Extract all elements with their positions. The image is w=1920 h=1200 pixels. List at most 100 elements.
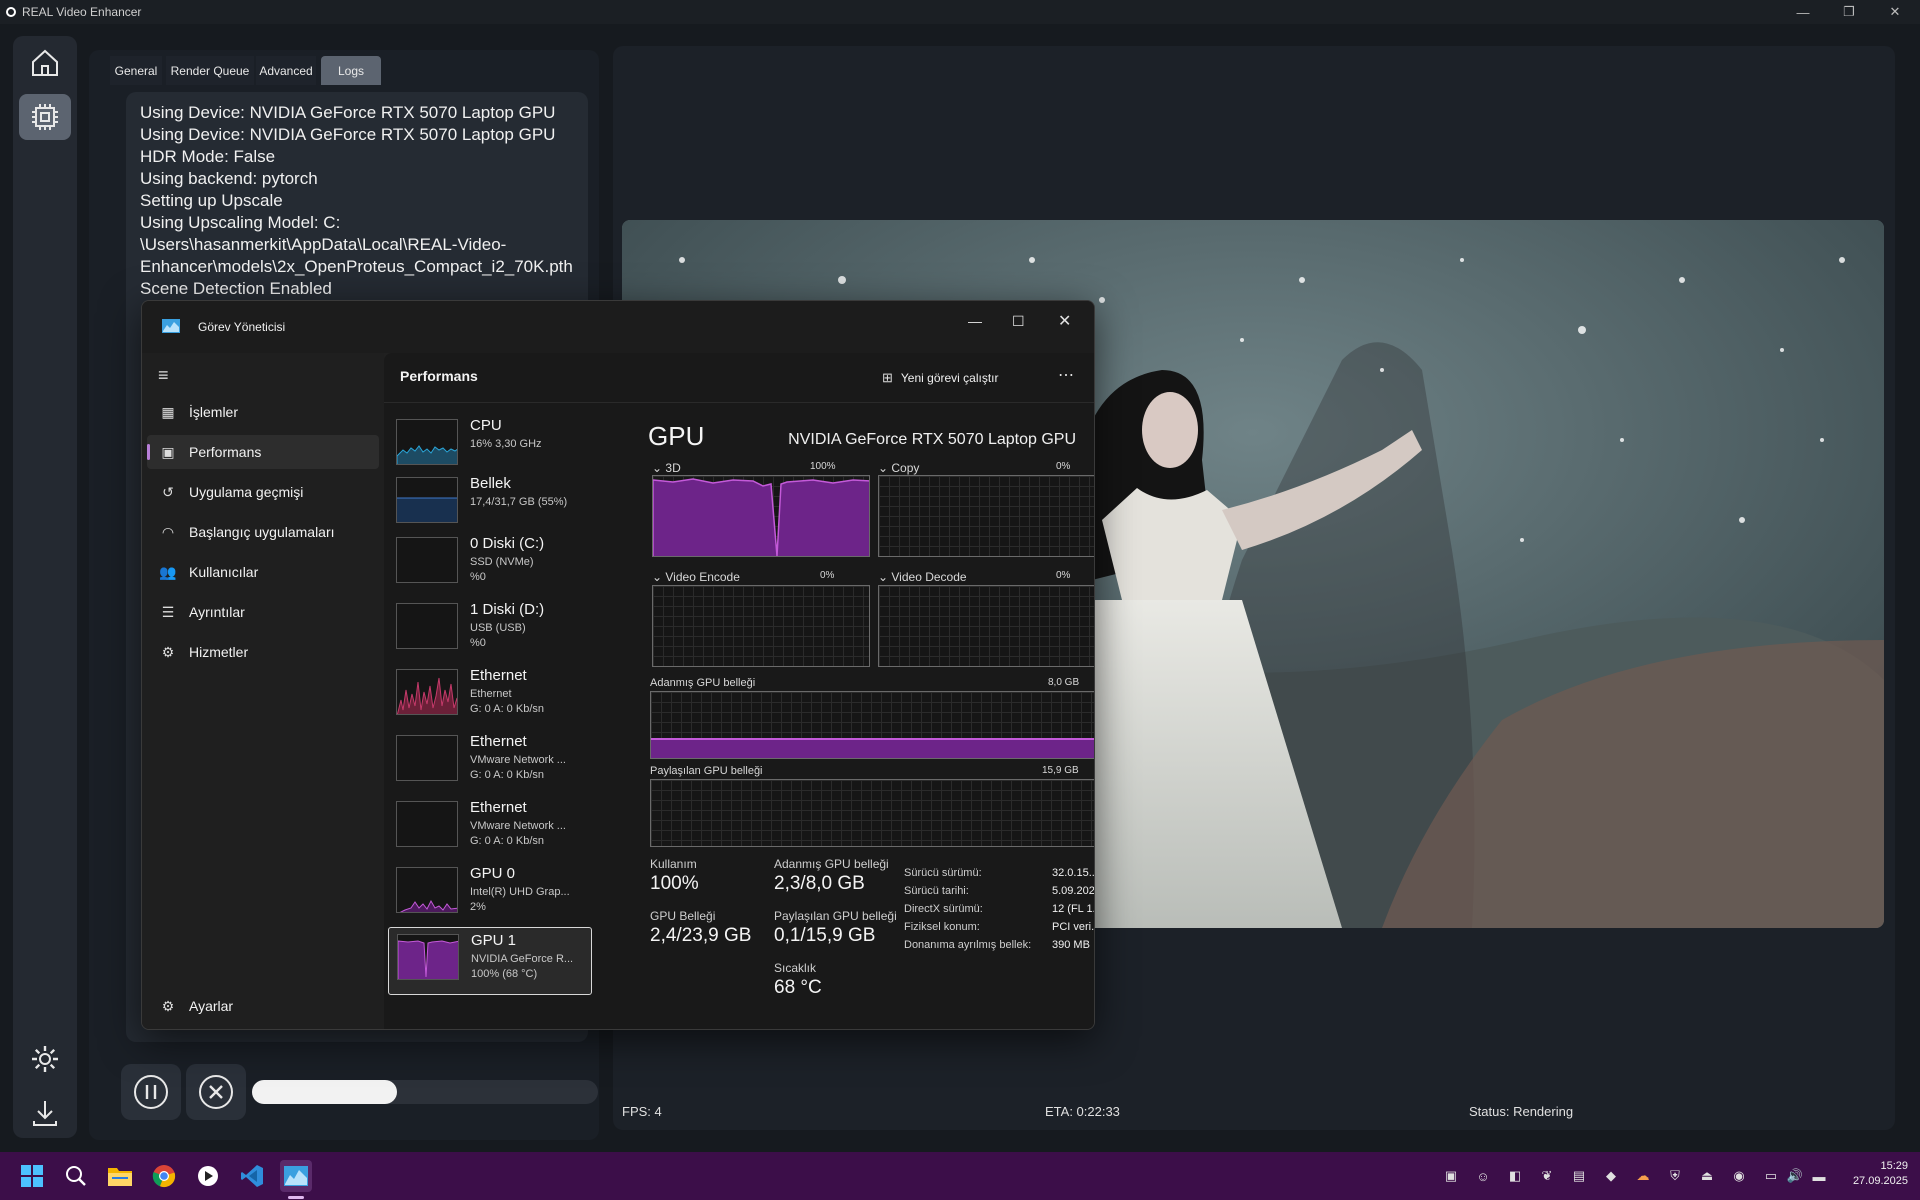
minimize-button[interactable]: — (1780, 0, 1826, 24)
run-new-task-button[interactable]: ⊞ Yeni görevi çalıştır (882, 365, 999, 391)
hardware-reserved-label: Donanıma ayrılmış bellek: (904, 939, 1032, 951)
vscode-button[interactable] (236, 1160, 268, 1192)
discord-icon[interactable]: ☺ (1475, 1168, 1491, 1184)
engine-name: 3D (665, 461, 681, 475)
active-app-indicator (288, 1196, 304, 1199)
resource-value: 100% (68 °C) (471, 968, 538, 980)
close-button[interactable]: ✕ (1872, 0, 1918, 24)
chevron-down-icon: ⌄ (652, 461, 666, 475)
start-button[interactable] (16, 1160, 48, 1192)
usb-icon[interactable]: ⏏ (1699, 1168, 1715, 1184)
log-line: HDR Mode: False (140, 147, 276, 166)
chrome-button[interactable] (148, 1160, 180, 1192)
nav-startup-apps[interactable]: ◠ Başlangıç uygulamaları (147, 515, 379, 549)
temperature-label: Sıcaklık (774, 961, 817, 975)
engine-encode-value: 0% (820, 570, 835, 581)
directx-label: DirectX sürümü: (904, 903, 983, 915)
nav-settings[interactable]: ⚙ Ayarlar (147, 989, 379, 1023)
tab-logs[interactable]: Logs (321, 56, 381, 85)
progress-fill (252, 1080, 397, 1104)
nav-label: Hizmetler (189, 644, 249, 660)
settings-button[interactable] (19, 1036, 71, 1082)
steam-icon[interactable]: ◉ (1731, 1168, 1747, 1184)
battery-icon[interactable]: ▬ (1811, 1168, 1827, 1184)
dedicated-memory-fill (651, 738, 1094, 758)
resource-ethernet-vmware-1[interactable]: Ethernet VMware Network ... G: 0 A: 0 Kb… (388, 729, 592, 793)
chip-icon (32, 104, 58, 130)
search-button[interactable] (60, 1160, 92, 1192)
physical-location-label: Fiziksel konum: (904, 921, 980, 933)
nav-services[interactable]: ⚙ Hizmetler (147, 635, 379, 669)
dedicated-stat-value: 2,3/8,0 GB (774, 873, 865, 894)
engine-copy-graph (878, 475, 1094, 557)
clock[interactable]: 15:29 27.09.2025 (1838, 1160, 1908, 1187)
nav-performance[interactable]: ▣ Performans (147, 435, 379, 469)
tm-maximize-button[interactable]: ☐ (1012, 313, 1025, 330)
chrome-icon (152, 1165, 176, 1188)
engine-copy-value: 0% (1056, 461, 1071, 472)
nav-users[interactable]: 👥 Kullanıcılar (147, 555, 379, 589)
resource-ethernet-vmware-2[interactable]: Ethernet VMware Network ... G: 0 A: 0 Kb… (388, 795, 592, 859)
nav-processes[interactable]: ▦ İşlemler (147, 395, 379, 429)
resource-cpu[interactable]: CPU 16% 3,30 GHz (388, 413, 592, 477)
tm-minimize-button[interactable]: — (968, 313, 982, 329)
fps-readout: FPS: 4 (622, 1104, 662, 1119)
cloud-icon[interactable]: ☁ (1635, 1168, 1651, 1184)
resource-ethernet[interactable]: Ethernet Ethernet G: 0 A: 0 Kb/sn (388, 663, 592, 727)
pause-button[interactable] (121, 1064, 181, 1120)
tm-close-button[interactable]: ✕ (1058, 311, 1071, 331)
file-explorer-button[interactable] (104, 1160, 136, 1192)
resource-name: Ethernet (470, 667, 527, 684)
ethernet-thumbnail-graph (396, 735, 458, 781)
log-line: Setting up Upscale (140, 191, 283, 210)
clock-time: 15:29 (1880, 1160, 1908, 1172)
tray-app-icon[interactable]: ❦ (1539, 1168, 1555, 1184)
log-line: Using Device: NVIDIA GeForce RTX 5070 La… (140, 103, 556, 122)
log-line: Scene Detection Enabled (140, 279, 332, 298)
resource-disk-d[interactable]: 1 Diski (D:) USB (USB) %0 (388, 597, 592, 661)
engine-decode-graph (878, 585, 1094, 667)
driver-version-label: Sürücü sürümü: (904, 867, 982, 879)
nav-app-history[interactable]: ↺ Uygulama geçmişi (147, 475, 379, 509)
tab-advanced[interactable]: Advanced (256, 56, 316, 85)
gpu-model-name: NVIDIA GeForce RTX 5070 Laptop GPU (788, 431, 1076, 448)
tray-app-icon[interactable]: ▤ (1571, 1168, 1587, 1184)
engine-decode-label: ⌄ Video Decode (878, 570, 967, 584)
nav-label: Performans (189, 444, 262, 460)
volume-icon[interactable]: 🔊 (1787, 1168, 1803, 1184)
download-button[interactable] (19, 1090, 71, 1136)
stop-button[interactable] (186, 1064, 246, 1120)
resource-gpu-0[interactable]: GPU 0 Intel(R) UHD Grap... 2% (388, 861, 592, 925)
tab-render-queue[interactable]: Render Queue (166, 56, 254, 85)
hamburger-menu-icon[interactable]: ≡ (158, 365, 169, 386)
nav-details[interactable]: ☰ Ayrıntılar (147, 595, 379, 629)
shield-icon[interactable]: ⛨ (1667, 1168, 1683, 1184)
log-line: \Users\hasanmerkit\AppData\Local\REAL-Vi… (140, 235, 507, 254)
log-line: Enhancer\models\2x_OpenProteus_Compact_i… (140, 257, 573, 276)
resource-gpu-1[interactable]: GPU 1 NVIDIA GeForce R... 100% (68 °C) (388, 927, 592, 995)
more-options-icon[interactable]: ⋯ (1058, 365, 1074, 385)
process-button[interactable] (19, 94, 71, 140)
video-app-icon (198, 1166, 218, 1186)
physical-location-value: PCI veri... (1052, 921, 1095, 933)
startup-icon: ◠ (161, 523, 175, 540)
maximize-button[interactable]: ❐ (1826, 0, 1872, 24)
video-enhancer-button[interactable] (192, 1160, 224, 1192)
home-icon (32, 49, 58, 76)
services-icon: ⚙ (161, 643, 175, 660)
tray-app-icon[interactable]: ◧ (1507, 1168, 1523, 1184)
engine-name: Copy (891, 461, 920, 475)
task-manager-taskbar-button[interactable] (280, 1160, 312, 1192)
page-title: Performans (400, 368, 478, 384)
performance-icon: ▣ (161, 443, 175, 460)
task-manager-icon (284, 1166, 308, 1186)
home-button[interactable] (19, 40, 71, 86)
tab-general[interactable]: General (110, 56, 162, 85)
resource-value: G: 0 A: 0 Kb/sn (470, 769, 544, 781)
resource-disk-c[interactable]: 0 Diski (C:) SSD (NVMe) %0 (388, 531, 592, 595)
network-icon[interactable]: ▭ (1763, 1168, 1779, 1184)
tray-app-icon[interactable]: ◆ (1603, 1168, 1619, 1184)
app-titlebar: REAL Video Enhancer — ❐ ✕ (0, 0, 1920, 24)
tray-app-icon[interactable]: ▣ (1443, 1168, 1459, 1184)
resource-memory[interactable]: Bellek 17,4/31,7 GB (55%) (388, 471, 592, 535)
